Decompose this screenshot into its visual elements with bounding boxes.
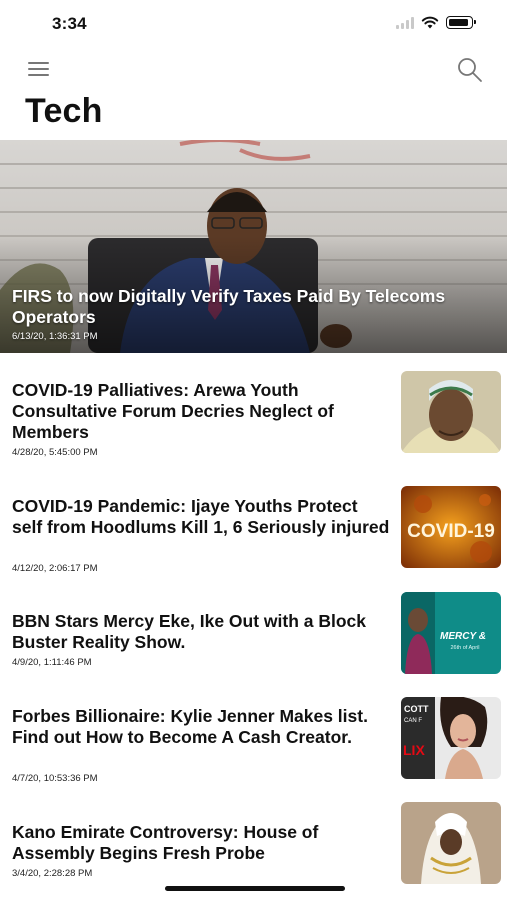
article-date: 4/9/20, 1:11:46 PM (12, 657, 92, 668)
article-title: Forbes Billionaire: Kylie Jenner Makes l… (12, 706, 368, 747)
article-item[interactable]: Forbes Billionaire: Kylie Jenner Makes l… (0, 697, 507, 797)
article-date: 3/4/20, 2:28:28 PM (12, 868, 93, 879)
status-icons (396, 16, 476, 29)
status-bar: 3:34 (0, 0, 507, 48)
featured-article[interactable]: FIRS to now Digitally Verify Taxes Paid … (0, 140, 507, 353)
thumbnail-subtext: 26th of April (450, 645, 479, 651)
battery-icon (446, 16, 476, 29)
wifi-icon (421, 16, 439, 29)
featured-article-date: 6/13/20, 1:36:31 PM (12, 331, 98, 342)
navigation-bar (0, 48, 507, 90)
search-icon[interactable] (453, 52, 487, 86)
status-time: 3:34 (52, 14, 87, 33)
article-item[interactable]: BBN Stars Mercy Eke, Ike Out with a Bloc… (0, 592, 507, 692)
article-title: COVID-19 Pandemic: Ijaye Youths Protect … (12, 496, 390, 537)
article-thumbnail: COTT CAN F LIX (401, 697, 501, 779)
featured-article-title: FIRS to now Digitally Verify Taxes Paid … (12, 286, 446, 327)
article-thumbnail: MERCY & 26th of April (401, 592, 501, 674)
page-title: Tech (25, 92, 103, 130)
article-title: COVID-19 Palliatives: Arewa Youth Consul… (12, 380, 334, 442)
article-date: 4/12/20, 2:06:17 PM (12, 563, 98, 574)
article-thumbnail (401, 371, 501, 453)
article-date: 4/28/20, 5:45:00 PM (12, 447, 98, 458)
article-item[interactable]: COVID-19 Pandemic: Ijaye Youths Protect … (0, 486, 507, 586)
thumbnail-side-text: LIX (403, 742, 425, 758)
article-thumbnail: COVID-19 (401, 486, 501, 568)
article-thumbnail (401, 802, 501, 884)
article-title: Kano Emirate Controversy: House of Assem… (12, 822, 319, 863)
hamburger-menu-icon[interactable] (22, 56, 56, 82)
thumbnail-text: MERCY & (440, 631, 486, 642)
signal-icon (396, 16, 414, 29)
thumbnail-subtext: CAN F (404, 718, 422, 724)
article-item[interactable]: COVID-19 Palliatives: Arewa Youth Consul… (0, 371, 507, 471)
home-indicator (165, 886, 345, 891)
thumbnail-text: COVID-19 (407, 521, 495, 542)
article-title: BBN Stars Mercy Eke, Ike Out with a Bloc… (12, 611, 367, 652)
thumbnail-text: COTT (404, 704, 429, 714)
article-date: 4/7/20, 10:53:36 PM (12, 773, 98, 784)
